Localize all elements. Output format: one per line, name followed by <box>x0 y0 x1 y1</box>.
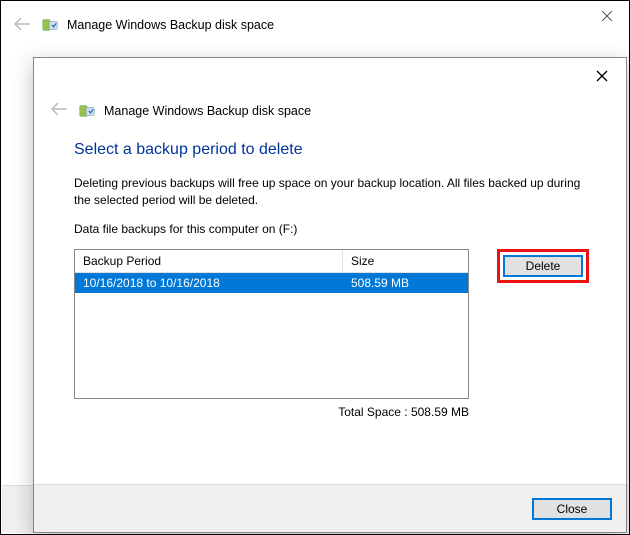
close-button[interactable]: Close <box>532 498 612 520</box>
dialog-header: Manage Windows Backup disk space <box>50 100 626 121</box>
dialog-title: Manage Windows Backup disk space <box>104 104 311 118</box>
dialog-window: Manage Windows Backup disk space Select … <box>33 57 627 533</box>
parent-title: Manage Windows Backup disk space <box>67 18 274 32</box>
column-header-size[interactable]: Size <box>343 250 468 272</box>
parent-header: Manage Windows Backup disk space <box>1 1 629 49</box>
back-icon <box>50 100 68 121</box>
dialog-close-button[interactable] <box>582 62 622 90</box>
page-heading: Select a backup period to delete <box>74 141 586 159</box>
cell-size: 508.59 MB <box>343 273 468 293</box>
column-header-period[interactable]: Backup Period <box>75 250 343 272</box>
back-icon <box>13 15 31 36</box>
list-header-row: Backup Period Size <box>75 250 468 273</box>
backup-icon <box>41 16 59 34</box>
delete-button[interactable]: Delete <box>503 255 583 277</box>
backup-list[interactable]: Backup Period Size 10/16/2018 to 10/16/2… <box>74 249 469 399</box>
backup-icon <box>78 102 96 120</box>
subline-text: Data file backups for this computer on (… <box>74 221 586 238</box>
dialog-footer: Close <box>34 484 626 532</box>
list-row[interactable]: 10/16/2018 to 10/16/2018 508.59 MB <box>75 273 468 293</box>
description-text: Deleting previous backups will free up s… <box>74 175 586 209</box>
total-space-label: Total Space : 508.59 MB <box>74 405 469 419</box>
cell-period: 10/16/2018 to 10/16/2018 <box>75 273 343 293</box>
highlight-box: Delete <box>497 249 589 283</box>
parent-close-button[interactable] <box>587 3 627 29</box>
